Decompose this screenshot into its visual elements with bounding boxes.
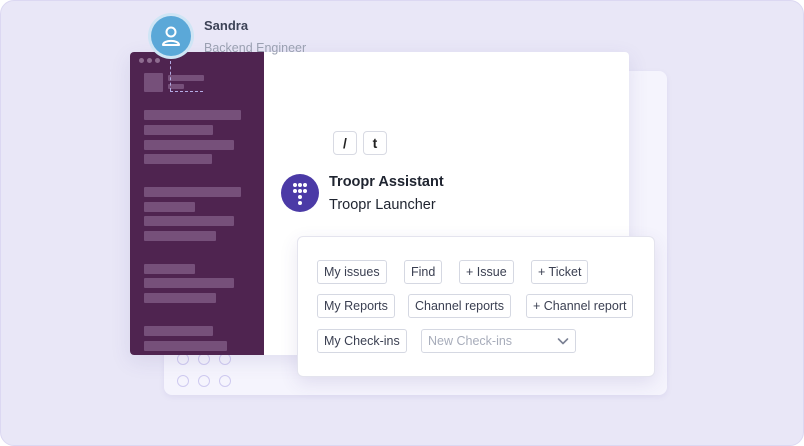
person-icon	[162, 26, 180, 46]
dot	[219, 375, 231, 387]
sidebar-item-placeholder[interactable]	[144, 264, 195, 274]
sidebar	[130, 52, 264, 355]
dot	[177, 375, 189, 387]
add-ticket-button[interactable]: + Ticket	[531, 260, 589, 284]
my-reports-button[interactable]: My Reports	[317, 294, 395, 318]
decorative-dots	[177, 353, 239, 387]
sidebar-item-placeholder[interactable]	[144, 341, 227, 351]
find-button[interactable]: Find	[404, 260, 443, 284]
sidebar-item-placeholder[interactable]	[144, 202, 195, 212]
add-channel-report-button[interactable]: + Channel report	[526, 294, 634, 318]
t-key: t	[363, 131, 387, 155]
user-name: Sandra	[204, 18, 249, 33]
channel-reports-button[interactable]: Channel reports	[408, 294, 511, 318]
launcher-popup: My issues Find + Issue + Ticket My Repor…	[297, 236, 655, 377]
user-role: Backend Engineer	[204, 41, 307, 55]
chevron-down-icon	[557, 338, 569, 345]
sidebar-item-placeholder[interactable]	[144, 326, 213, 336]
window-dot	[139, 58, 144, 63]
sidebar-item-placeholder[interactable]	[144, 125, 213, 135]
window-dot	[147, 58, 152, 63]
my-issues-button[interactable]: My issues	[317, 260, 387, 284]
sidebar-item-placeholder[interactable]	[144, 110, 241, 120]
new-checkins-select-value: New Check-ins	[428, 334, 513, 348]
workspace-icon	[144, 73, 163, 92]
add-issue-button[interactable]: + Issue	[459, 260, 514, 284]
connector-line	[170, 91, 203, 92]
sidebar-item-placeholder[interactable]	[144, 278, 234, 288]
window-dot	[155, 58, 160, 63]
illustration-background: Sandra Backend Engineer / t Troopr Assis…	[0, 0, 804, 446]
workspace-name-placeholder	[168, 75, 204, 81]
new-checkins-select[interactable]: New Check-ins	[421, 329, 576, 353]
user-avatar	[151, 16, 191, 56]
connector-line	[170, 61, 171, 91]
sidebar-item-placeholder[interactable]	[144, 187, 241, 197]
sidebar-item-placeholder[interactable]	[144, 231, 216, 241]
bot-avatar	[281, 174, 319, 212]
sidebar-item-placeholder[interactable]	[144, 293, 216, 303]
bot-subtitle: Troopr Launcher	[329, 197, 436, 213]
sidebar-item-placeholder[interactable]	[144, 140, 234, 150]
dot	[198, 375, 210, 387]
my-checkins-button[interactable]: My Check-ins	[317, 329, 407, 353]
sidebar-item-placeholder[interactable]	[144, 154, 212, 164]
slash-key: /	[333, 131, 357, 155]
sidebar-item-placeholder[interactable]	[144, 216, 234, 226]
bot-name: Troopr Assistant	[329, 174, 444, 190]
